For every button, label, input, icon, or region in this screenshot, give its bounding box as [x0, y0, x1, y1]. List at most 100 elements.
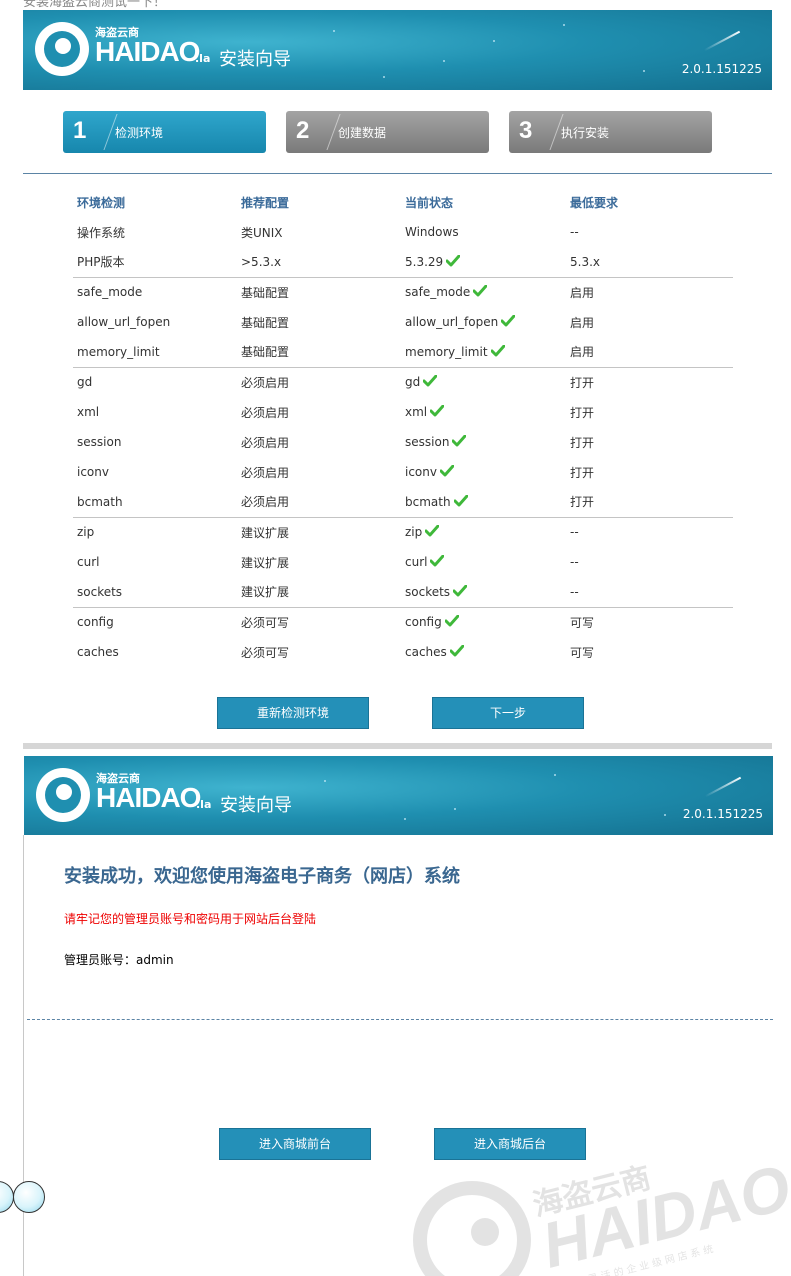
- chevron-icon: [309, 114, 341, 150]
- cell-check: gd: [73, 366, 237, 397]
- dashed-divider: [27, 1019, 773, 1020]
- watermark-tagline: 最 灵 活 的 企 业 级 网 店 系 统: [574, 1242, 715, 1276]
- cell-status: allow_url_fopen: [401, 307, 566, 337]
- table-row: 操作系统 类UNIX Windows --: [73, 217, 733, 247]
- cell-minimum: 启用: [566, 276, 733, 307]
- logo-suffix: .la: [196, 798, 212, 811]
- status-text: curl: [405, 555, 428, 569]
- cell-minimum: 可写: [570, 645, 595, 660]
- cell-check: memory_limit: [77, 344, 160, 359]
- version-label: 2.0.1.151225: [681, 62, 762, 76]
- header-check: 环境检测: [77, 195, 126, 210]
- cell-check: safe_mode: [73, 276, 237, 307]
- cell-status: curl: [401, 547, 566, 577]
- check-icon: [430, 555, 445, 567]
- cell-minimum: --: [570, 555, 579, 569]
- table-header-row: 环境检测 推荐配置 当前状态 最低要求: [73, 187, 733, 217]
- table-row: allow_url_fopen 基础配置 allow_url_fopen 启用: [73, 307, 733, 337]
- table-row: curl 建议扩展 curl --: [73, 547, 733, 577]
- cell-minimum: 打开: [570, 435, 595, 450]
- enter-storefront-button[interactable]: 进入商城前台: [219, 1128, 371, 1160]
- status-text: 5.3.29: [405, 254, 444, 269]
- enter-admin-button[interactable]: 进入商城后台: [434, 1128, 586, 1160]
- status-text: Windows: [405, 225, 459, 239]
- check-icon: [439, 465, 454, 477]
- bubble-icon: [13, 1181, 45, 1213]
- table-row: caches 必须可写 caches 可写: [73, 637, 733, 667]
- cell-check: bcmath: [77, 494, 123, 509]
- status-text: session: [405, 435, 450, 449]
- table-row: config 必须可写 config 可写: [73, 606, 733, 637]
- status-text: safe_mode: [405, 285, 471, 300]
- cell-minimum: --: [566, 516, 733, 547]
- section-divider: [23, 743, 772, 749]
- cell-status: Windows: [401, 217, 566, 247]
- step-3: 3 执行安装: [509, 111, 712, 153]
- chevron-icon: [532, 114, 564, 150]
- status-text: memory_limit: [405, 344, 488, 359]
- cell-status: config: [401, 606, 566, 637]
- table-row: safe_mode 基础配置 safe_mode 启用: [73, 276, 733, 307]
- cell-minimum: 打开: [566, 366, 733, 397]
- table-row: zip 建议扩展 zip --: [73, 516, 733, 547]
- table-row: iconv 必须启用 iconv 打开: [73, 457, 733, 487]
- check-icon: [490, 344, 505, 357]
- next-button[interactable]: 下一步: [432, 697, 584, 729]
- check-icon: [453, 494, 468, 507]
- version-label: 2.0.1.151225: [682, 807, 763, 821]
- cell-recommend: 类UNIX: [241, 225, 283, 240]
- divider: [23, 173, 772, 174]
- step-2: 2 创建数据: [286, 111, 489, 153]
- cell-recommend: 基础配置: [241, 345, 290, 360]
- check-icon: [430, 405, 445, 417]
- table-row: xml 必须启用 xml 打开: [73, 397, 733, 427]
- cell-status: zip: [401, 516, 566, 547]
- recheck-button[interactable]: 重新检测环境: [217, 697, 369, 729]
- check-icon: [444, 615, 459, 627]
- status-text: sockets: [405, 584, 451, 599]
- cell-recommend: 必须可写: [241, 645, 290, 660]
- table-row: gd 必须启用 gd 打开: [73, 366, 733, 397]
- admin-account-label: 管理员账号：: [64, 953, 137, 967]
- cell-recommend: 必须启用: [241, 405, 290, 420]
- table-row: PHP版本 >5.3.x 5.3.29 5.3.x: [73, 247, 733, 277]
- status-text: config: [405, 615, 442, 630]
- cell-status: gd: [401, 366, 566, 397]
- check-icon: [449, 645, 464, 657]
- cell-status: safe_mode: [401, 276, 566, 307]
- check-icon: [501, 315, 516, 327]
- cell-status: memory_limit: [401, 337, 566, 367]
- status-text: bcmath: [405, 494, 451, 509]
- status-text: zip: [405, 525, 423, 540]
- watermark-en: HAIDAO.: [535, 1146, 791, 1276]
- table-row: sockets 建议扩展 sockets --: [73, 577, 733, 607]
- cell-check: sockets: [77, 584, 123, 599]
- cell-recommend: 必须启用: [241, 435, 290, 450]
- cell-status: caches: [401, 637, 566, 667]
- cell-status: 5.3.29: [401, 247, 566, 277]
- cell-recommend: 必须启用: [237, 366, 401, 397]
- cell-status: xml: [401, 397, 566, 427]
- cell-check: config: [73, 606, 237, 637]
- step-indicator: 1 检测环境 2 创建数据 3 执行安装: [63, 111, 713, 153]
- step-2-label: 创建数据: [338, 126, 387, 140]
- wizard-title: 安装向导: [219, 49, 291, 70]
- check-icon: [452, 435, 467, 447]
- cell-minimum: --: [570, 225, 579, 239]
- cell-recommend: 建议扩展: [241, 585, 290, 600]
- table-row: memory_limit 基础配置 memory_limit 启用: [73, 337, 733, 367]
- wizard-title: 安装向导: [220, 795, 292, 816]
- step-1: 1 检测环境: [63, 111, 266, 153]
- cell-check: session: [77, 435, 122, 449]
- watermark-cn: 海盗云商: [529, 1161, 654, 1224]
- status-text: iconv: [405, 465, 437, 479]
- logo-en: HAIDAO: [96, 782, 201, 813]
- cell-check: 操作系统: [77, 225, 126, 240]
- cell-recommend: 建议扩展: [241, 555, 290, 570]
- check-icon: [423, 375, 438, 387]
- install-banner: 海盗云商 HAIDAO .la 安装向导 2.0.1.151225: [23, 10, 772, 90]
- cell-check: xml: [77, 405, 100, 419]
- cell-minimum: 打开: [570, 465, 595, 480]
- cell-recommend: 必须启用: [241, 495, 290, 510]
- cell-check: iconv: [77, 465, 109, 479]
